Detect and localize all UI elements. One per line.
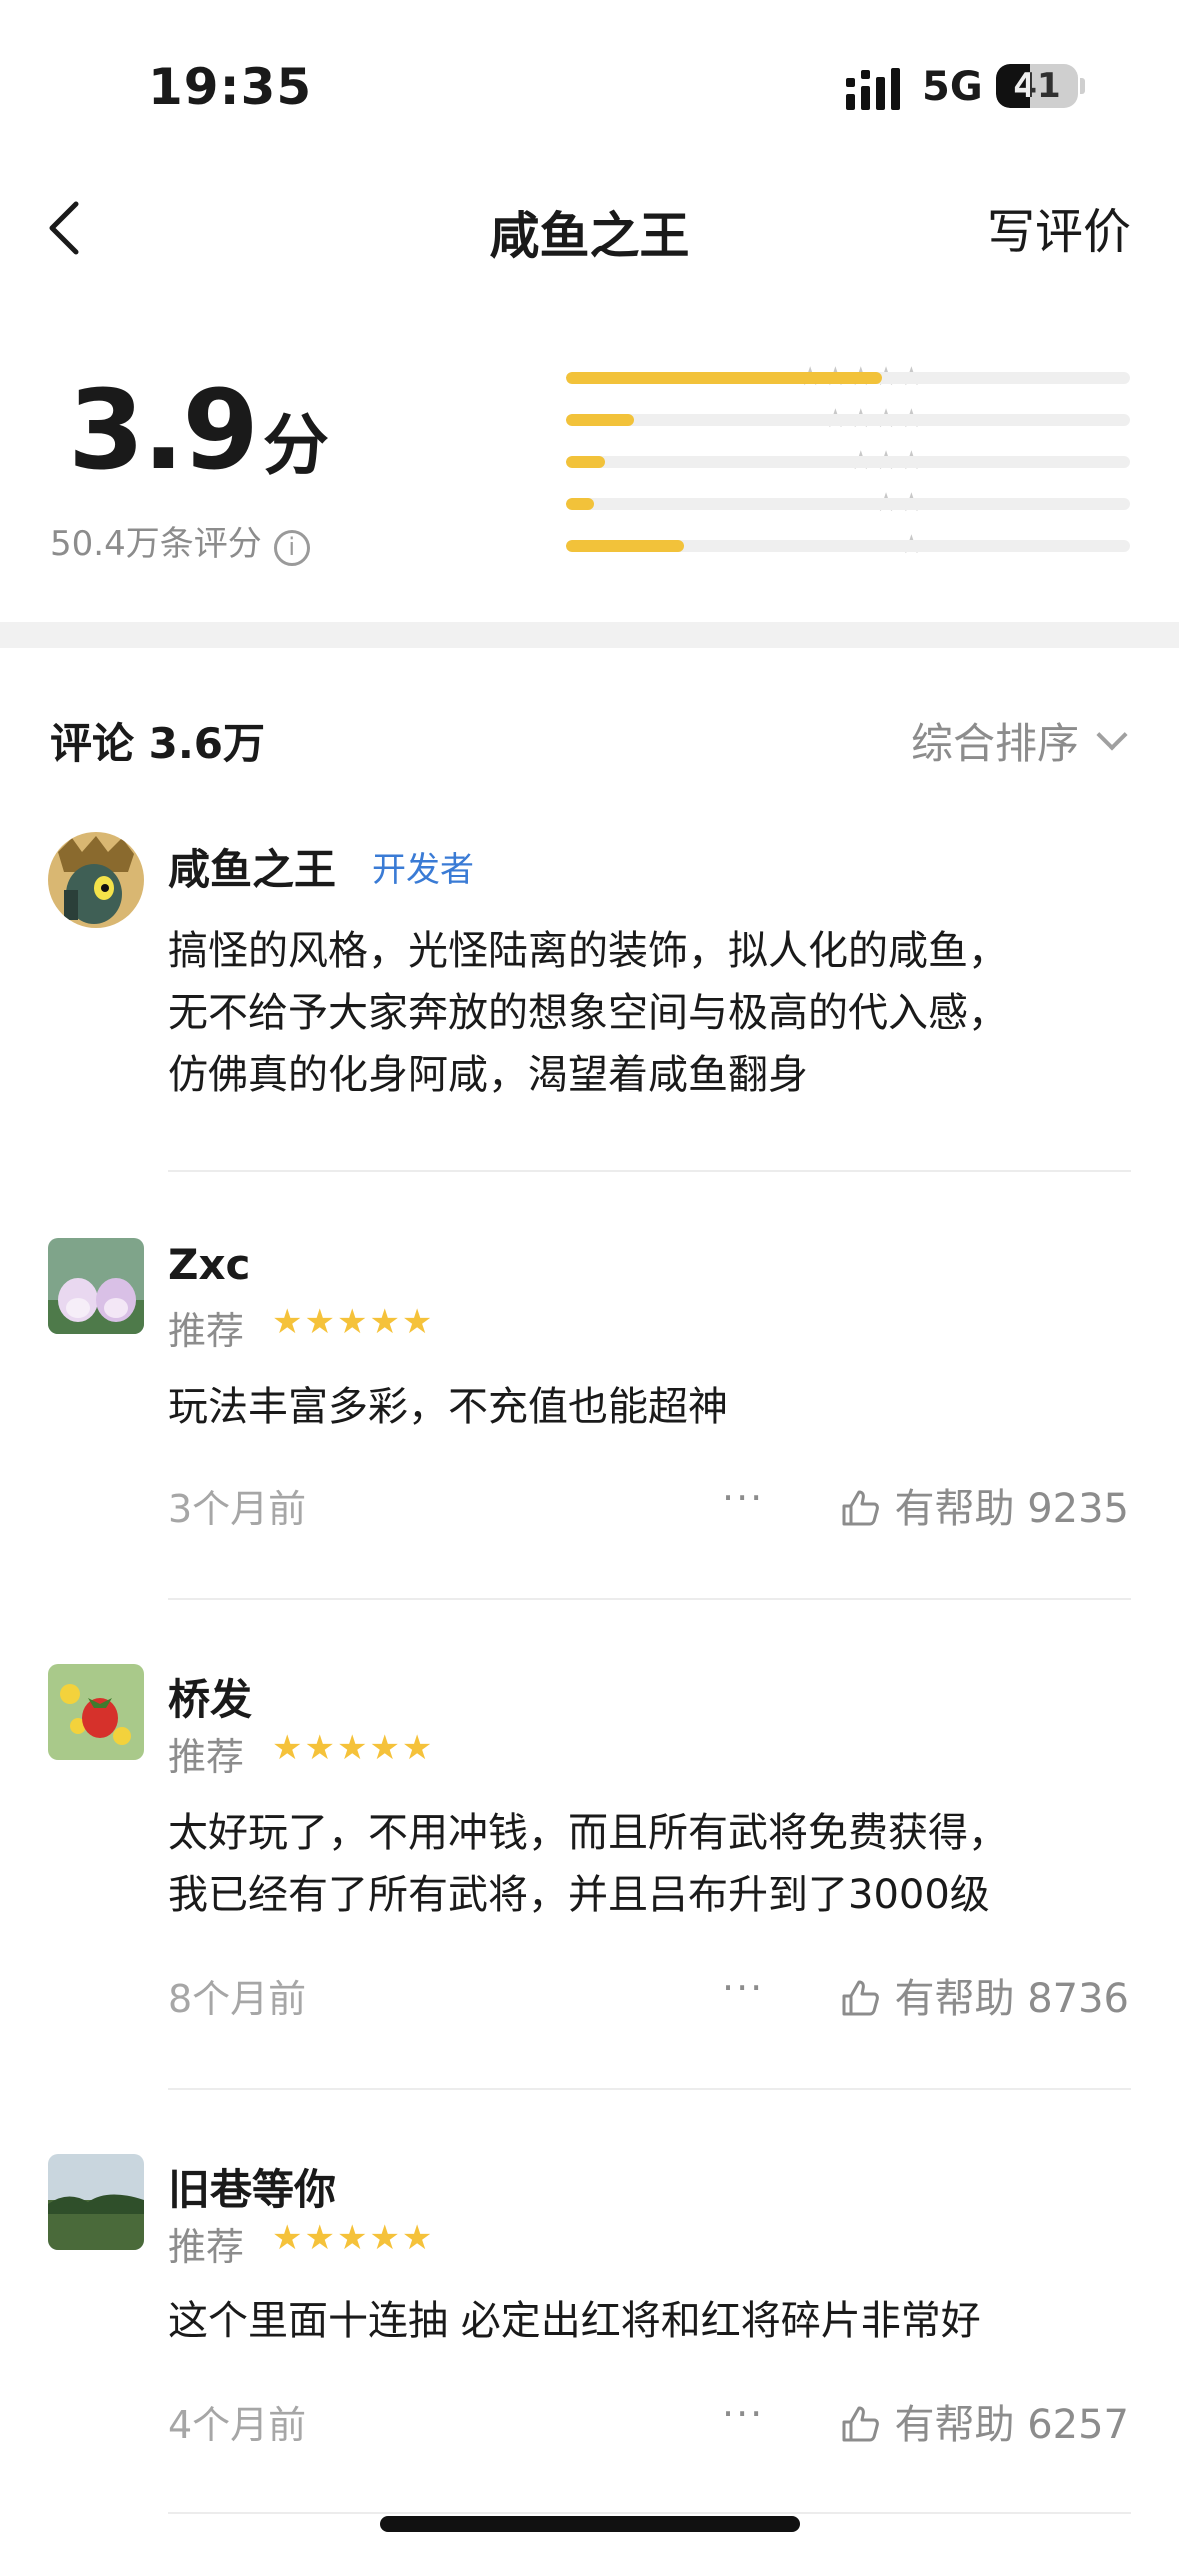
review-stars: ★★★★★ [272, 1302, 435, 1342]
review-text: 玩法丰富多彩，不充值也能超神 [168, 1376, 1128, 1438]
distribution-bar-fill [566, 414, 634, 426]
home-indicator [380, 2516, 800, 2532]
review-stars: ★★★★★ [272, 1728, 435, 1768]
reviewer-avatar[interactable] [48, 1664, 144, 1760]
distribution-bar-track [566, 414, 1130, 426]
chevron-down-icon [1096, 719, 1128, 751]
review-text: 太好玩了，不用冲钱，而且所有武将免费获得， 我已经有了所有武将，并且吕布升到了3… [168, 1802, 1128, 1926]
helpful-count: 有帮助 8736 [894, 1976, 1129, 2022]
review-text: 这个里面十连抽 必定出红将和红将碎片非常好 [168, 2290, 1128, 2352]
review-time: 4个月前 [168, 2403, 307, 2447]
battery-level: 41 [1013, 66, 1061, 106]
distribution-bar-fill [566, 498, 595, 510]
distribution-row-5-star: ★★★★★ [390, 362, 1130, 392]
distribution-bar-fill [566, 372, 882, 384]
status-time: 19:35 [148, 58, 313, 116]
text-line: 仿佛真的化身阿咸，渴望着咸鱼翻身 [168, 1052, 808, 1098]
distribution-bar-track [566, 372, 1130, 384]
flower-avatar-icon [48, 1238, 144, 1334]
reviewer-name: Zxc [168, 1240, 251, 1289]
battery-nub [1080, 78, 1085, 94]
developer-avatar[interactable] [48, 832, 144, 928]
developer-name: 咸鱼之王 [168, 845, 337, 894]
divider [168, 2088, 1131, 2090]
reviewer-name: 桥发 [168, 1675, 253, 1724]
more-options-button[interactable]: ··· [722, 1476, 764, 1520]
distribution-bar-fill [566, 540, 685, 552]
network-label: 5G [922, 64, 983, 110]
recommend-label: 推荐 [168, 1309, 245, 1353]
recommend-label: 推荐 [168, 2225, 245, 2269]
text-line: 我已经有了所有武将，并且吕布升到了3000级 [168, 1872, 990, 1918]
developer-badge: 开发者 [372, 850, 474, 890]
text-line: 无不给予大家奔放的想象空间与极高的代入感， [168, 990, 1008, 1036]
reviewer-avatar[interactable] [48, 1238, 144, 1334]
rating-count: 50.4万条评分 i [50, 516, 310, 566]
reviewer-name: 旧巷等你 [168, 2165, 337, 2214]
sort-label: 综合排序 [910, 719, 1079, 768]
helpful-button[interactable]: 有帮助 9235 [840, 1476, 1129, 1534]
text-line: 搞怪的风格，光怪陆离的装饰，拟人化的咸鱼， [168, 928, 1008, 974]
section-divider [0, 622, 1179, 648]
distribution-row-1-star: ★ [390, 530, 1130, 560]
developer-post-text: 搞怪的风格，光怪陆离的装饰，拟人化的咸鱼， 无不给予大家奔放的想象空间与极高的代… [168, 920, 1128, 1106]
thumbs-up-icon [842, 1980, 880, 2016]
rating-score-unit: 分 [262, 407, 329, 484]
rating-score: 3.9分 [68, 366, 329, 494]
distribution-row-4-star: ★★★★ [390, 404, 1130, 434]
review-time: 3个月前 [168, 1487, 307, 1531]
divider [168, 1170, 1131, 1172]
helpful-count: 有帮助 9235 [894, 1486, 1129, 1532]
distribution-bar-track [566, 456, 1130, 468]
helpful-button[interactable]: 有帮助 6257 [840, 2392, 1129, 2450]
divider [168, 1598, 1131, 1600]
rating-score-value: 3.9 [68, 366, 259, 494]
recommend-label: 推荐 [168, 1735, 245, 1779]
rating-count-text: 50.4万条评分 [50, 524, 262, 564]
distribution-row-2-star: ★★ [390, 488, 1130, 518]
review-time: 8个月前 [168, 1977, 307, 2021]
thumbs-up-icon [842, 2406, 880, 2442]
write-review-button[interactable]: 写评价 [987, 192, 1131, 262]
distribution-bar-fill [566, 456, 606, 468]
distribution-bar-track [566, 540, 1130, 552]
info-icon[interactable]: i [273, 530, 310, 566]
landscape-avatar-icon [48, 2154, 144, 2250]
divider [168, 2512, 1131, 2514]
more-options-button[interactable]: ··· [722, 2392, 764, 2436]
comments-title: 评论 3.6万 [50, 719, 266, 768]
distribution-bar-track [566, 498, 1130, 510]
fish-king-avatar-icon [48, 832, 144, 928]
text-line: 这个里面十连抽 必定出红将和红将碎片非常好 [168, 2298, 981, 2344]
text-line: 玩法丰富多彩，不充值也能超神 [168, 1384, 728, 1430]
sort-dropdown[interactable]: 综合排序 [910, 710, 1128, 771]
helpful-count: 有帮助 6257 [894, 2402, 1129, 2448]
strawberry-avatar-icon [48, 1664, 144, 1760]
helpful-button[interactable]: 有帮助 8736 [840, 1966, 1129, 2024]
reviewer-avatar[interactable] [48, 2154, 144, 2250]
battery-icon: 41 [996, 64, 1078, 108]
signal-icon [846, 68, 900, 110]
distribution-row-3-star: ★★★ [390, 446, 1130, 476]
thumbs-up-icon [842, 1490, 880, 1526]
more-options-button[interactable]: ··· [722, 1966, 764, 2010]
text-line: 太好玩了，不用冲钱，而且所有武将免费获得， [168, 1810, 1008, 1856]
review-stars: ★★★★★ [272, 2218, 435, 2258]
